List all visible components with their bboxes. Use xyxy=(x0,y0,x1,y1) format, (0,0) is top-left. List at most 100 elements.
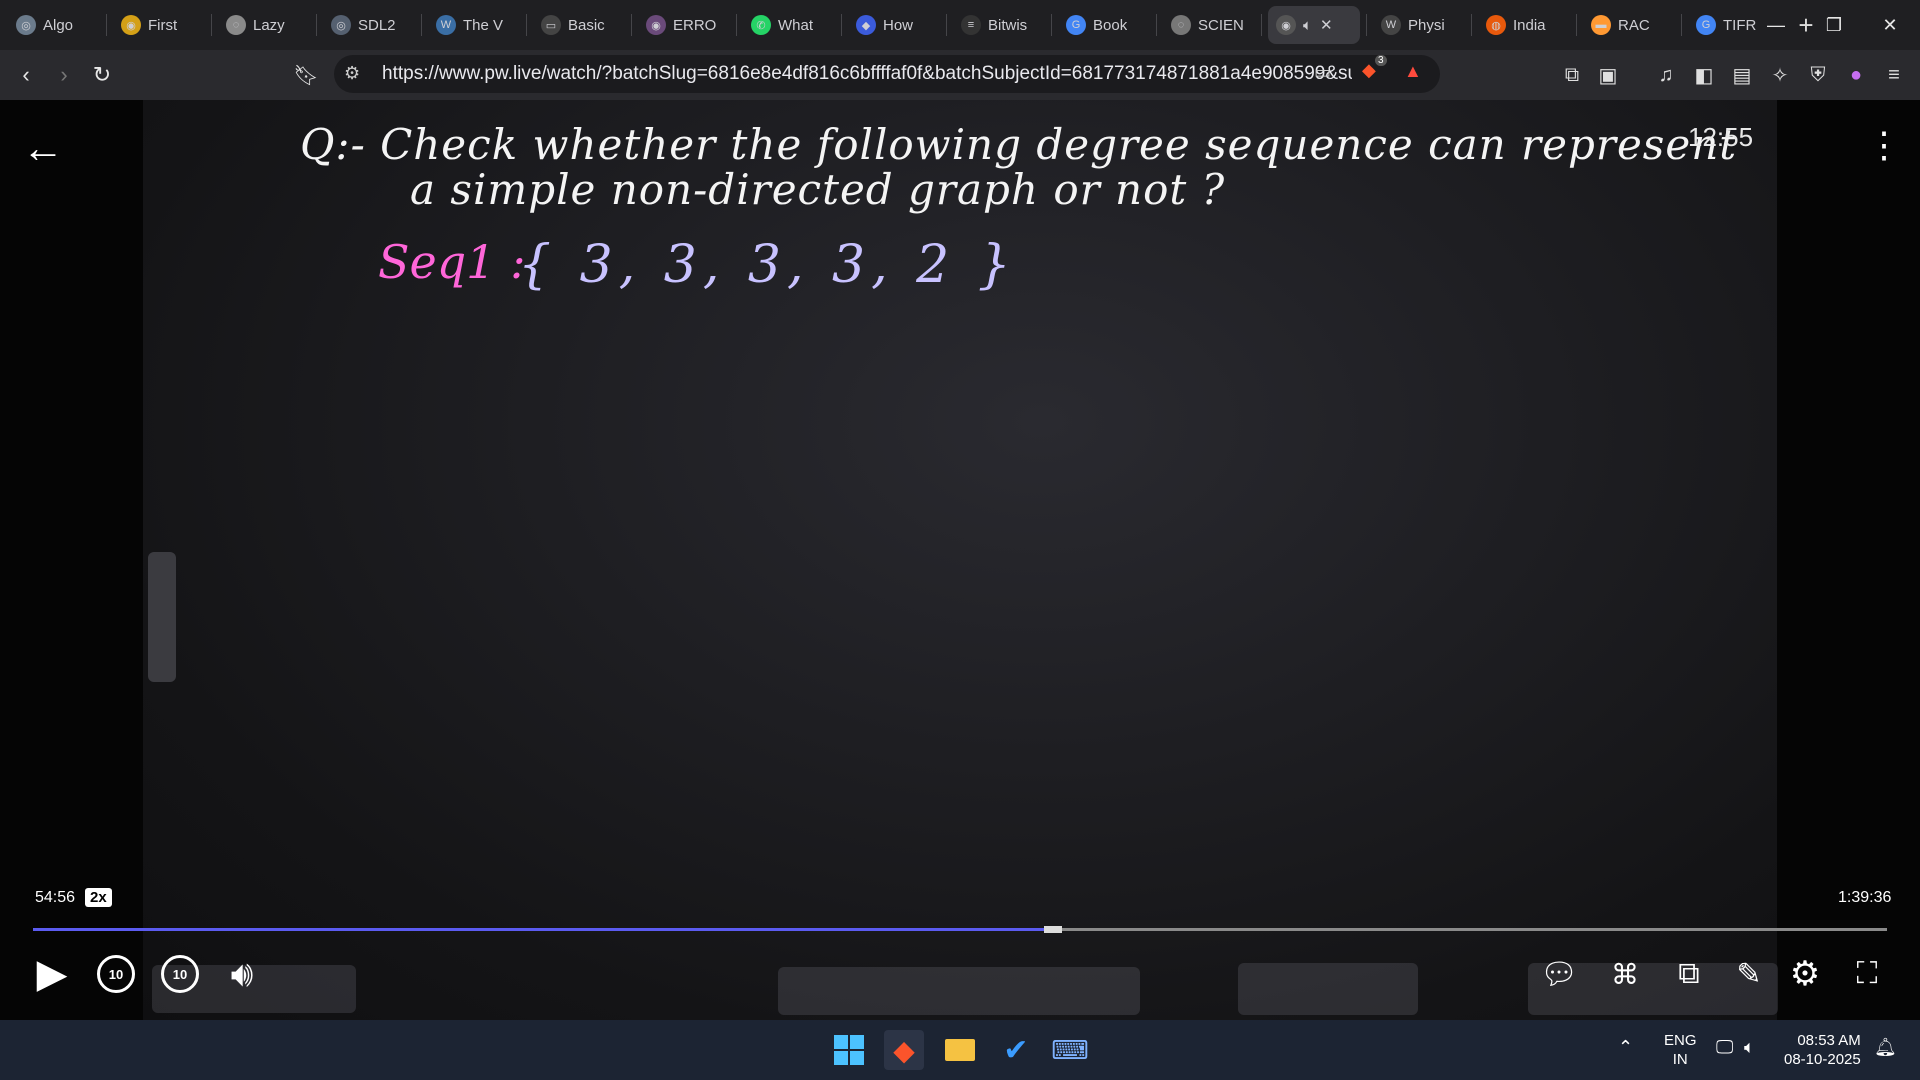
site-settings-icon[interactable]: ⚙ xyxy=(344,63,360,84)
seek-handle[interactable] xyxy=(1043,926,1062,933)
notifications-bell-icon[interactable]: 🔔︎ xyxy=(1874,1038,1897,1057)
tab-favicon-icon: ≡ xyxy=(961,15,981,35)
media-icon[interactable]: ♫ xyxy=(1654,63,1678,87)
browser-tab[interactable]: ✆ What xyxy=(743,6,835,44)
fullscreen-icon[interactable]: ⛶ xyxy=(1843,950,1891,998)
browser-tab[interactable]: ◉ 🔈︎ ✕ xyxy=(1268,6,1360,44)
taskbar-todo[interactable]: ✔ xyxy=(996,1030,1036,1070)
extensions-icon[interactable]: ⧉ xyxy=(1560,63,1584,87)
tab-separator xyxy=(1261,14,1262,36)
browser-tab[interactable]: W The V xyxy=(428,6,520,44)
tab-separator xyxy=(526,14,527,36)
tab-title: RAC xyxy=(1618,16,1650,34)
tab-favicon-icon: ◌ xyxy=(1171,15,1191,35)
speaker-icon[interactable]: 🔈︎ xyxy=(1744,1038,1755,1057)
side-panel-handle[interactable] xyxy=(148,552,176,682)
restore-icon[interactable]: ❐ xyxy=(1806,0,1862,50)
windows-logo-icon xyxy=(834,1035,864,1065)
volume-icon[interactable]: 🔊︎ xyxy=(218,950,266,998)
tab-close-icon[interactable]: ✕ xyxy=(1320,16,1333,34)
browser-tab[interactable]: ≡ Bitwis xyxy=(953,6,1045,44)
start-button[interactable] xyxy=(829,1030,869,1070)
wallet-icon[interactable]: ▤ xyxy=(1730,63,1754,87)
skip-forward-button[interactable]: 10 xyxy=(156,950,204,998)
tab-title: The V xyxy=(463,16,504,34)
profile-icon[interactable]: ● xyxy=(1844,63,1868,87)
play-icon[interactable]: ▶ xyxy=(28,950,76,998)
tab-favicon-icon: ▭ xyxy=(541,15,561,35)
tab-favicon-icon: ✆ xyxy=(751,15,771,35)
skip-back-button[interactable]: 10 xyxy=(92,950,140,998)
tab-favicon-icon: ◆ xyxy=(856,15,876,35)
show-hidden-icons-icon[interactable]: ⌃ xyxy=(1618,1038,1633,1057)
network-icon[interactable]: 🖵︎ xyxy=(1716,1038,1733,1057)
browser-tab[interactable]: W Physi xyxy=(1373,6,1465,44)
board-tools-right xyxy=(1238,963,1418,1015)
taskbar-file-explorer[interactable] xyxy=(940,1030,980,1070)
notes-icon[interactable]: ✎ xyxy=(1725,950,1773,998)
browser-tab[interactable]: ▬ RAC xyxy=(1583,6,1675,44)
chat-icon[interactable]: 💬︎ xyxy=(1535,950,1583,998)
brave-rewards-icon[interactable]: ▲ xyxy=(1404,61,1422,82)
browser-tab[interactable]: ◎ SDL2 xyxy=(323,6,415,44)
taskbar-brave[interactable]: ◆ xyxy=(884,1030,924,1070)
browser-tab[interactable]: G Book xyxy=(1058,6,1150,44)
total-time: 1:39:36 xyxy=(1838,889,1892,906)
tab-separator xyxy=(211,14,212,36)
tab-separator xyxy=(841,14,842,36)
tab-separator xyxy=(1576,14,1577,36)
rewind-icon: 10 xyxy=(97,955,135,993)
settings-gear-icon[interactable]: ⚙ xyxy=(1781,950,1829,998)
tab-favicon-icon: G xyxy=(1696,15,1716,35)
clock[interactable]: 08:53 AM 08-10-2025 xyxy=(1784,1031,1861,1069)
tab-favicon-icon: ▬ xyxy=(1591,15,1611,35)
reload-icon[interactable]: ↻ xyxy=(86,59,118,91)
tab-title: Bitwis xyxy=(988,16,1028,34)
more-options-icon[interactable]: ⋮ xyxy=(1866,124,1902,166)
browser-tab[interactable]: ◍ India xyxy=(1478,6,1570,44)
translate-icon[interactable]: ⌘ xyxy=(1601,950,1649,998)
sidebar-icon[interactable]: ◧ xyxy=(1692,63,1716,87)
back-icon[interactable]: ‹ xyxy=(10,59,42,91)
forward-icon[interactable]: › xyxy=(48,59,80,91)
board-tools-center xyxy=(778,967,1140,1015)
url-text[interactable]: https://www.pw.live/watch/?batchSlug=681… xyxy=(382,63,1352,85)
tab-title: How xyxy=(883,16,914,34)
tab-favicon-icon: W xyxy=(436,15,456,35)
reader-icon[interactable]: ▣ xyxy=(1596,63,1620,87)
browser-tab[interactable]: ◎ Algo xyxy=(8,6,100,44)
address-bar[interactable]: ⚙ https://www.pw.live/watch/?batchSlug=6… xyxy=(334,55,1440,93)
language-indicator[interactable]: ENG IN xyxy=(1664,1031,1697,1069)
seek-bar[interactable] xyxy=(33,926,1887,933)
bookmark-icon[interactable]: 🔖︎ xyxy=(290,59,322,91)
browser-tab[interactable]: ◉ First xyxy=(113,6,205,44)
tab-separator xyxy=(1366,14,1367,36)
tab-title: Algo xyxy=(43,16,74,34)
minimize-icon[interactable]: — xyxy=(1748,0,1804,50)
tab-audio-icon[interactable]: 🔈︎ xyxy=(1303,17,1312,34)
browser-tab[interactable]: ◆ How xyxy=(848,6,940,44)
close-window-icon[interactable]: ✕ xyxy=(1862,0,1918,50)
tab-separator xyxy=(421,14,422,36)
tab-separator xyxy=(1681,14,1682,36)
browser-tab[interactable]: ◌ SCIEN xyxy=(1163,6,1255,44)
vpn-icon[interactable]: ⛨ xyxy=(1806,63,1830,87)
browser-tab[interactable]: ◌ Lazy xyxy=(218,6,310,44)
brave-shields-icon[interactable]: ◆ xyxy=(1362,60,1376,81)
taskbar-touch-keyboard[interactable]: ⌨ xyxy=(1050,1030,1090,1070)
tab-separator xyxy=(1156,14,1157,36)
browser-tab[interactable]: ◉ ERRO xyxy=(638,6,730,44)
tab-separator xyxy=(106,14,107,36)
leo-ai-icon[interactable]: ✧ xyxy=(1768,63,1792,87)
cast-icon[interactable]: ▭ xyxy=(1314,62,1331,83)
menu-icon[interactable]: ≡ xyxy=(1882,63,1906,87)
lecture-timer: 12:55 xyxy=(1688,122,1754,152)
back-arrow-icon[interactable]: ← xyxy=(22,124,64,172)
browser-tab[interactable]: ▭ Basic xyxy=(533,6,625,44)
sequence-values: { 3, 3, 3, 3, 2 } xyxy=(518,235,1017,295)
tab-title: What xyxy=(778,16,814,34)
clock-date: 08-10-2025 xyxy=(1784,1051,1861,1068)
tab-separator xyxy=(1471,14,1472,36)
playback-speed-badge[interactable]: 2x xyxy=(85,888,112,907)
picture-in-picture-icon[interactable]: ⧉ xyxy=(1665,950,1713,998)
